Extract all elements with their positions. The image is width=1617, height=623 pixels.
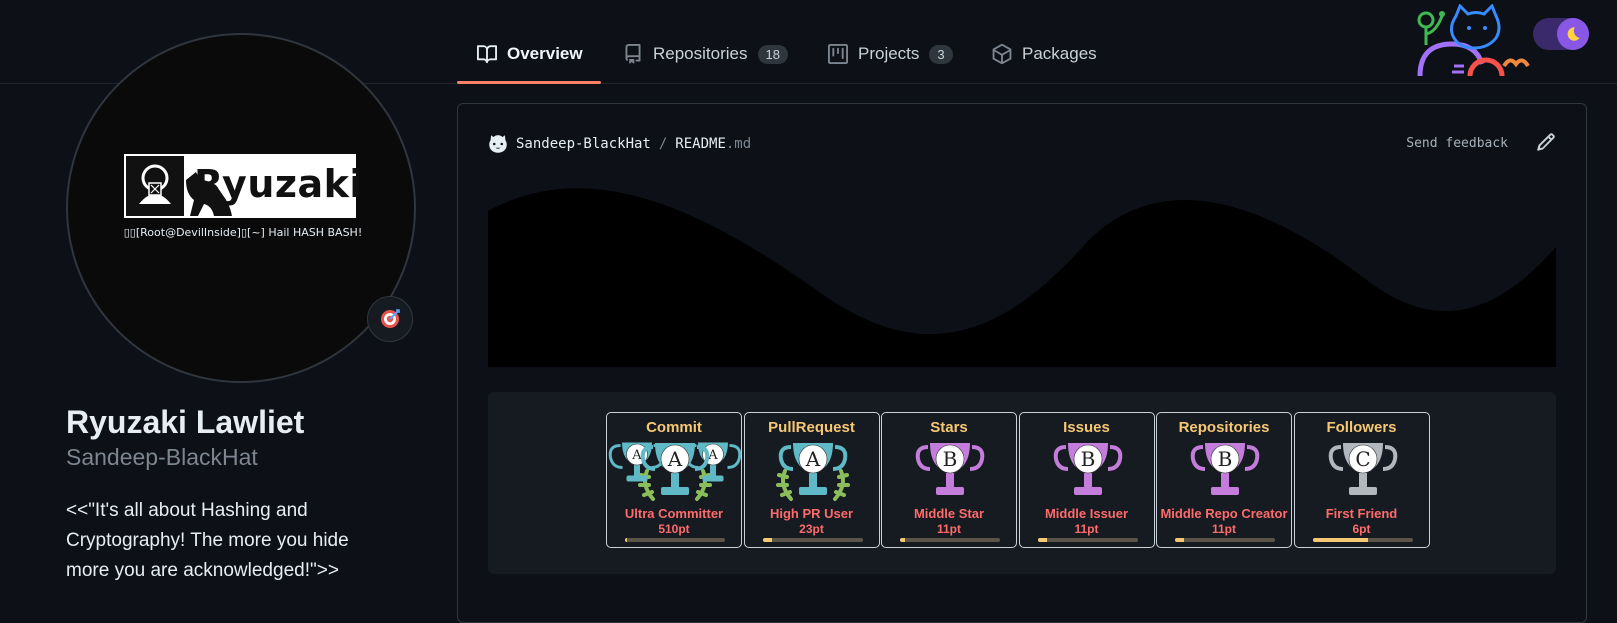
trophy-title: PullRequest: [768, 419, 855, 436]
trophy-progress-bar: [625, 538, 725, 542]
trophy-points: 11pt: [1074, 522, 1099, 536]
trophy-card-commit: Commit A A A Ultra Committer 510pt: [606, 412, 742, 548]
tab-projects-label: Projects: [858, 44, 920, 63]
tab-repositories-label: Repositories: [653, 44, 748, 63]
readme-breadcrumb: Sandeep-BlackHat / README.md: [488, 134, 751, 154]
trophy-title: Issues: [1063, 419, 1110, 436]
moon-icon: [1557, 18, 1589, 50]
svg-text:C: C: [1355, 447, 1370, 471]
avatar-tagline: ▯▯[Root@DevilInside]▯[~] Hail HASH BASH!: [123, 226, 363, 239]
trophy-rank-name: First Friend: [1325, 506, 1398, 521]
breadcrumb-separator: /: [658, 136, 668, 152]
trophy-card-followers: Followers C First Friend 6pt: [1293, 412, 1430, 548]
trophy-points: 11pt: [936, 522, 961, 536]
trophy-progress-fill: [900, 538, 905, 542]
profile-bio: <<"It's all about Hashing and Cryptograp…: [66, 500, 349, 581]
trophy-points: 23pt: [799, 522, 824, 536]
trophy-cup-icon: A AA: [608, 442, 742, 501]
trophy-progress-bar: [900, 538, 1000, 542]
tab-overview[interactable]: Overview: [477, 34, 583, 74]
package-icon: [992, 44, 1012, 64]
set-status-button[interactable]: [367, 296, 413, 342]
trophy-rank-name: High PR User: [769, 506, 854, 521]
trophy-rank-name: Middle Issuer: [1044, 506, 1129, 521]
book-icon: [477, 45, 497, 64]
trophy-progress-fill: [1037, 538, 1047, 542]
trophy-cup-icon: B: [1053, 443, 1122, 495]
wave-header-banner: [488, 188, 1556, 367]
trophy-progress-fill: [762, 538, 772, 542]
hacker-emblem-icon: [126, 156, 184, 216]
trophy-rank-name: Middle Repo Creator: [1160, 506, 1288, 521]
pencil-icon: [1537, 133, 1555, 151]
smiley-icon: [489, 135, 507, 153]
trophy-cup-icon: B: [915, 443, 985, 495]
trophy-progress-fill: [625, 538, 627, 542]
trophy-points: 510pt: [658, 522, 690, 536]
avatar-logo: Ryuzaki: [124, 154, 362, 218]
trophy-card-repositories: Repositories B Middle Repo Creator 11pt: [1156, 412, 1292, 548]
trophy-rank-name: Ultra Committer: [624, 506, 724, 521]
svg-text:A: A: [631, 448, 642, 463]
trophy-progress-bar: [1312, 538, 1413, 542]
octocat-decoration-icon: [1417, 4, 1530, 77]
svg-text:B: B: [1218, 447, 1233, 471]
active-tab-underline: [457, 81, 601, 84]
projects-count-badge: 3: [929, 44, 953, 64]
profile-full-name: Ryuzaki Lawliet: [66, 404, 305, 440]
tab-projects[interactable]: Projects 3: [828, 34, 953, 74]
project-icon: [828, 44, 848, 64]
trophy-card-stars: Stars B Middle Star 11pt: [881, 412, 1017, 548]
theme-toggle[interactable]: [1533, 18, 1589, 50]
svg-text:A: A: [667, 447, 683, 471]
trophy-rank-name: Middle Star: [913, 506, 985, 521]
tab-repositories[interactable]: Repositories 18: [623, 34, 788, 74]
target-emoji-icon: [381, 309, 400, 328]
tab-packages[interactable]: Packages: [992, 34, 1097, 74]
svg-text:B: B: [1080, 447, 1095, 471]
trophy-card-issues: Issues B Middle Issuer 11pt: [1018, 412, 1155, 548]
svg-text:A: A: [804, 447, 820, 471]
trophy-title: Commit: [646, 419, 702, 436]
trophy-title: Followers: [1326, 419, 1397, 436]
profile-username: Sandeep-BlackHat: [66, 444, 258, 470]
trophy-cup-icon: A: [775, 443, 850, 501]
trophy-cup-icon: B: [1190, 443, 1260, 495]
readme-card: Sandeep-BlackHat / README.md Send feedba…: [457, 103, 1587, 623]
repositories-count-badge: 18: [757, 44, 788, 64]
trophy-progress-fill: [1312, 538, 1368, 542]
trophy-cup-icon: C: [1328, 443, 1397, 495]
tab-overview-label: Overview: [507, 44, 583, 63]
trophy-title: Stars: [930, 419, 968, 436]
trophy-progress-bar: [762, 538, 863, 542]
tab-packages-label: Packages: [1022, 44, 1097, 63]
profile-avatar[interactable]: Ryuzaki ▯▯[Root@DevilInside]▯[~] Hail HA…: [66, 33, 416, 383]
trophy-progress-bar: [1175, 538, 1275, 542]
readme-filename[interactable]: README: [675, 136, 726, 152]
trophy-points: 11pt: [1211, 522, 1236, 536]
avatar-logo-text: Ryuzaki: [194, 162, 363, 206]
trophy-card-pullrequest: PullRequest A High PR User 23pt: [743, 412, 880, 548]
edit-readme-button[interactable]: [1536, 132, 1556, 157]
trophy-progress-fill: [1175, 538, 1184, 542]
svg-text:B: B: [943, 447, 958, 471]
readme-owner-link[interactable]: Sandeep-BlackHat: [516, 136, 651, 152]
trophy-panel: Commit A A A Ultra Committer 510pt PullRequest…: [488, 392, 1556, 574]
readme-extension: .md: [725, 136, 752, 152]
trophy-title: Repositories: [1178, 419, 1270, 436]
repo-icon: [625, 44, 641, 64]
trophy-progress-bar: [1037, 538, 1138, 542]
send-feedback-link[interactable]: Send feedback: [1406, 136, 1508, 151]
trophy-points: 6pt: [1352, 522, 1371, 536]
